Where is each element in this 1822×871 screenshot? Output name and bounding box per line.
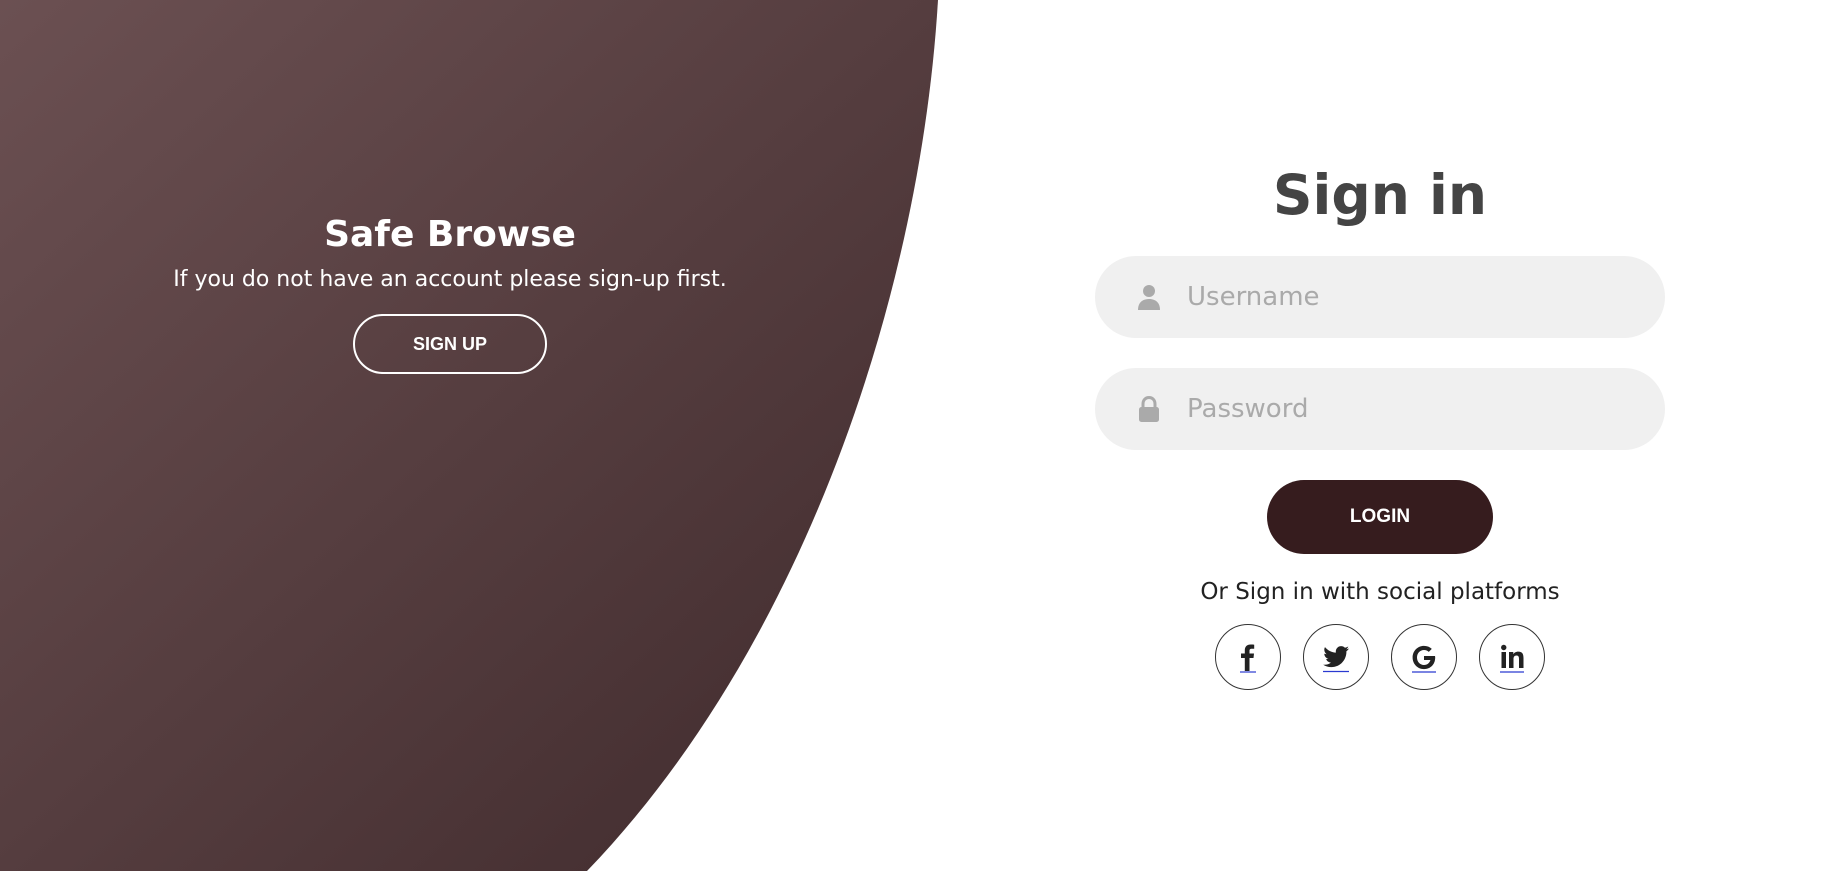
social-buttons <box>1095 624 1665 690</box>
linkedin-icon <box>1500 644 1524 673</box>
twitter-icon <box>1323 646 1349 673</box>
google-icon <box>1412 645 1436 673</box>
login-button[interactable]: LOGIN <box>1267 480 1493 554</box>
linkedin-button[interactable] <box>1479 624 1545 690</box>
user-icon <box>1138 285 1160 310</box>
username-input[interactable] <box>1187 256 1637 338</box>
facebook-icon <box>1240 644 1256 673</box>
google-button[interactable] <box>1391 624 1457 690</box>
facebook-button[interactable] <box>1215 624 1281 690</box>
twitter-button[interactable] <box>1303 624 1369 690</box>
password-field[interactable] <box>1095 368 1665 450</box>
social-sign-in-text: Or Sign in with social platforms <box>1200 579 1560 605</box>
sign-in-title: Sign in <box>1272 163 1488 227</box>
lock-icon <box>1139 395 1159 422</box>
left-panel: Safe Browse If you do not have an accoun… <box>150 210 750 374</box>
sign-in-form: Sign in LOGIN Or Sign in with social pla… <box>1095 160 1665 690</box>
sign-up-button[interactable]: SIGN UP <box>353 314 547 374</box>
login-page: Safe Browse If you do not have an accoun… <box>0 0 1822 871</box>
left-panel-title: Safe Browse <box>324 214 576 255</box>
password-input[interactable] <box>1187 368 1637 450</box>
username-field[interactable] <box>1095 256 1665 338</box>
left-panel-text: If you do not have an account please sig… <box>173 267 727 292</box>
